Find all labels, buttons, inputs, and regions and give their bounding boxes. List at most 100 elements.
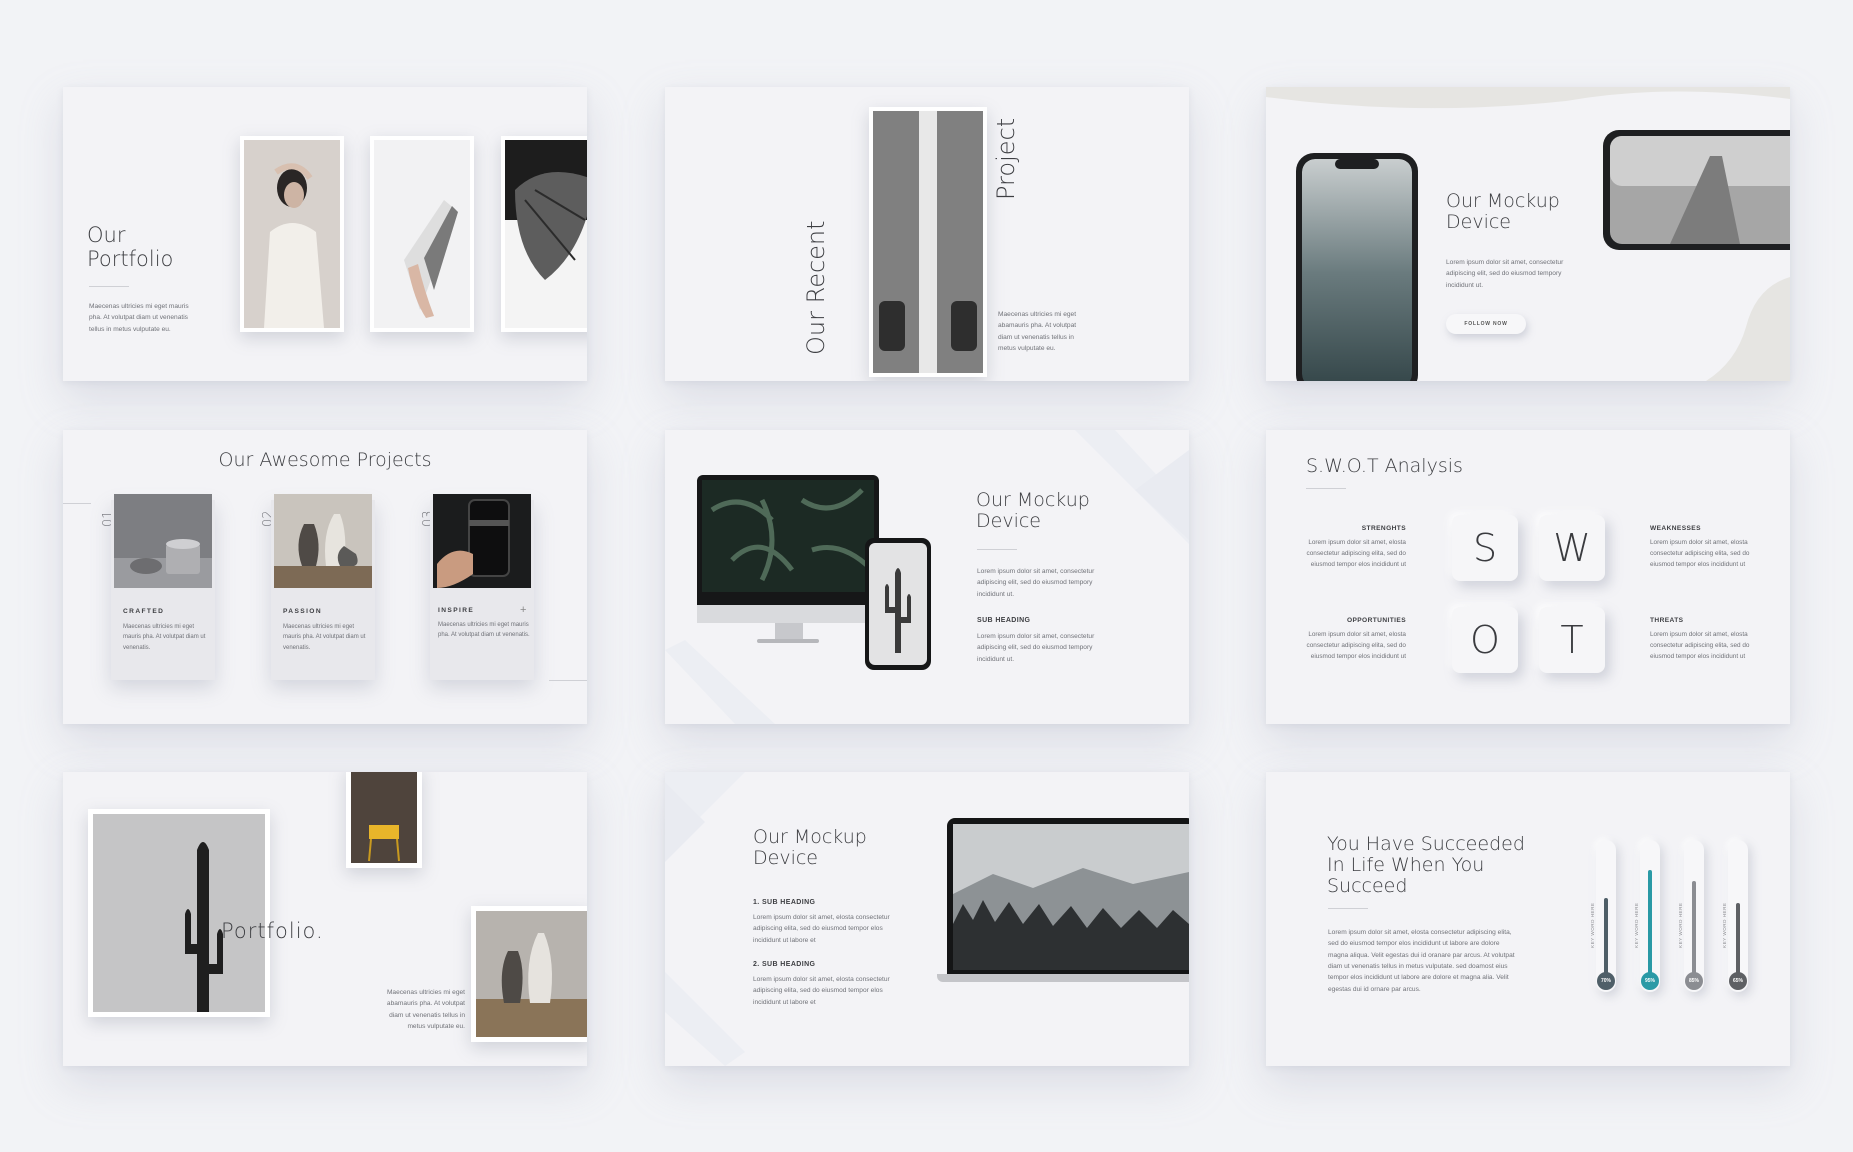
title-line: Our Mockup bbox=[753, 826, 867, 848]
swot-heading: OPPORTUNITIES bbox=[1346, 617, 1406, 624]
progress-percent-label: 65% bbox=[1729, 972, 1747, 990]
title-line: You Have Succeeded bbox=[1327, 833, 1525, 855]
lens-photo bbox=[433, 494, 531, 588]
sea-photo bbox=[1302, 159, 1412, 381]
slide-body: Lorem ipsum dolor sit amet, consectetur … bbox=[1446, 259, 1564, 289]
project-body: Maecenas ultricies mi eget mauris pha. A… bbox=[438, 622, 530, 639]
title-line: Portfolio bbox=[87, 246, 174, 271]
photo-card-book bbox=[370, 136, 474, 332]
project-body: Maecenas ultricies mi eget mauris pha. A… bbox=[283, 624, 366, 651]
progress-thermometer: 85% bbox=[1684, 840, 1704, 992]
slide-mockup-laptop[interactable]: Our Mockup Device 1. SUB HEADING Lorem i… bbox=[665, 772, 1189, 1066]
swot-body: Lorem ipsum dolor sit amet, elosta conse… bbox=[1306, 631, 1406, 661]
laptop-base bbox=[937, 974, 1189, 982]
plus-icon[interactable]: + bbox=[520, 604, 526, 616]
divider bbox=[549, 680, 587, 681]
phone-mockup bbox=[865, 538, 931, 670]
leaf-photo bbox=[505, 140, 587, 328]
keyword-label: KEY WORD HERE bbox=[1590, 902, 1595, 948]
photo-card-chair bbox=[346, 772, 422, 868]
title-line: Device bbox=[753, 847, 818, 870]
progress-fill bbox=[1692, 881, 1696, 976]
divider bbox=[1328, 908, 1368, 909]
slide-body: Maecenas ultricies mi eget mauris pha. A… bbox=[89, 303, 189, 333]
project-card-inspire[interactable]: INSPIRE + Maecenas ultricies mi eget mau… bbox=[430, 494, 534, 680]
divider bbox=[63, 503, 91, 504]
slide-portfolio-2[interactable]: Portfolio. Maecenas ultricies mi eget ab… bbox=[63, 772, 587, 1066]
slide-mockup-phone[interactable]: Our Mockup Device Lorem ipsum dolor sit … bbox=[1266, 87, 1790, 381]
sub-heading: 2. SUB HEADING bbox=[753, 961, 816, 968]
swot-body: Lorem ipsum dolor sit amet, elosta conse… bbox=[1650, 631, 1750, 661]
slide-portfolio[interactable]: Our Portfolio Maecenas ultricies mi eget… bbox=[63, 87, 587, 381]
title-line: Our Mockup bbox=[1446, 190, 1560, 212]
progress-fill bbox=[1648, 870, 1652, 976]
slide-body: Maecenas ultricies mi eget abamauris pha… bbox=[998, 311, 1077, 352]
imac-screen bbox=[697, 475, 879, 605]
phone-mockup-portrait bbox=[1296, 153, 1418, 381]
imac-base bbox=[757, 639, 819, 643]
slide-body: Lorem ipsum dolor sit amet, consectetur … bbox=[977, 568, 1095, 598]
slide-title: Our Portfolio bbox=[87, 223, 174, 271]
project-label: INSPIRE bbox=[438, 607, 475, 614]
project-card-crafted[interactable]: CRAFTED Maecenas ultricies mi eget mauri… bbox=[111, 494, 215, 680]
road-photo bbox=[873, 111, 983, 373]
slide-title: Our Mockup Device bbox=[1446, 190, 1560, 234]
swot-letter-s: S bbox=[1452, 515, 1518, 581]
progress-percent-label: 85% bbox=[1685, 972, 1703, 990]
laptop-mockup bbox=[937, 818, 1189, 988]
title-line: Our bbox=[87, 223, 126, 247]
slide-swot[interactable]: S.W.O.T Analysis STRENGHTS Lorem ipsum d… bbox=[1266, 430, 1790, 724]
swot-body: Lorem ipsum dolor sit amet, elosta conse… bbox=[1650, 539, 1750, 569]
keyword-label: KEY WORD HERE bbox=[1634, 902, 1639, 948]
slide-body: Lorem ipsum dolor sit amet, elosta conse… bbox=[753, 976, 890, 1006]
project-label: CRAFTED bbox=[123, 608, 165, 615]
slide-title: Our Mockup Device bbox=[753, 826, 867, 870]
imac-mockup bbox=[697, 475, 879, 655]
progress-percent-label: 70% bbox=[1597, 972, 1615, 990]
woman-photo bbox=[244, 140, 340, 328]
swot-letter-t: T bbox=[1539, 607, 1605, 673]
photo-card-vase bbox=[471, 906, 587, 1042]
slide-title: Portfolio. bbox=[221, 919, 324, 943]
slide-title: Our Awesome Projects bbox=[218, 449, 432, 471]
slide-body: Maecenas ultricies mi eget abamauris pha… bbox=[386, 989, 465, 1030]
project-label: PASSION bbox=[283, 608, 322, 615]
slide-succeed[interactable]: You Have Succeeded In Life When You Succ… bbox=[1266, 772, 1790, 1066]
slide-body: Lorem ipsum dolor sit amet, elosta conse… bbox=[1328, 929, 1515, 993]
slide-body: Lorem ipsum dolor sit amet, elosta conse… bbox=[753, 914, 890, 944]
photo-card-woman bbox=[240, 136, 344, 332]
project-card-passion[interactable]: PASSION Maecenas ultricies mi eget mauri… bbox=[271, 494, 375, 680]
photo-card-cactus bbox=[88, 809, 270, 1017]
swot-letter-o: O bbox=[1452, 607, 1518, 673]
keyword-label: KEY WORD HERE bbox=[1678, 902, 1683, 948]
palm-leaves-photo bbox=[702, 480, 874, 592]
slide-mockup-desktop[interactable]: Our Mockup Device Lorem ipsum dolor sit … bbox=[665, 430, 1189, 724]
chair-photo bbox=[351, 772, 417, 863]
slide-awesome-projects[interactable]: Our Awesome Projects 01. CRAFTED Maecena… bbox=[63, 430, 587, 724]
phone-mockup-landscape bbox=[1603, 130, 1790, 250]
divider bbox=[89, 286, 129, 287]
sub-heading: 1. SUB HEADING bbox=[753, 899, 816, 906]
title-line: Succeed bbox=[1327, 874, 1408, 897]
swot-body: Lorem ipsum dolor sit amet, elosta conse… bbox=[1306, 539, 1406, 569]
keyword-label: KEY WORD HERE bbox=[1722, 902, 1727, 948]
follow-now-button[interactable]: FOLLOW NOW bbox=[1446, 314, 1526, 334]
slide-title: Our Mockup Device bbox=[976, 489, 1090, 533]
title-line: Device bbox=[1446, 211, 1511, 234]
swot-heading: THREATS bbox=[1650, 617, 1684, 624]
imac-stand bbox=[775, 623, 803, 639]
slide-title: S.W.O.T Analysis bbox=[1306, 455, 1463, 477]
title-line: Our Mockup bbox=[976, 489, 1090, 511]
divider bbox=[1306, 488, 1346, 489]
photo-card-road bbox=[869, 107, 987, 377]
progress-fill bbox=[1736, 903, 1740, 976]
road-landscape-photo bbox=[1610, 136, 1790, 244]
progress-fill bbox=[1604, 898, 1608, 976]
divider bbox=[977, 549, 1017, 550]
swot-letter-w: W bbox=[1539, 515, 1605, 581]
cactus-photo bbox=[869, 543, 927, 665]
slide-recent-project[interactable]: Our Recent Project Maecenas ultricies mi… bbox=[665, 87, 1189, 381]
progress-thermometer: 70% bbox=[1596, 840, 1616, 992]
rotated-title-part1: Our Recent bbox=[802, 220, 830, 355]
progress-percent-label: 95% bbox=[1641, 972, 1659, 990]
